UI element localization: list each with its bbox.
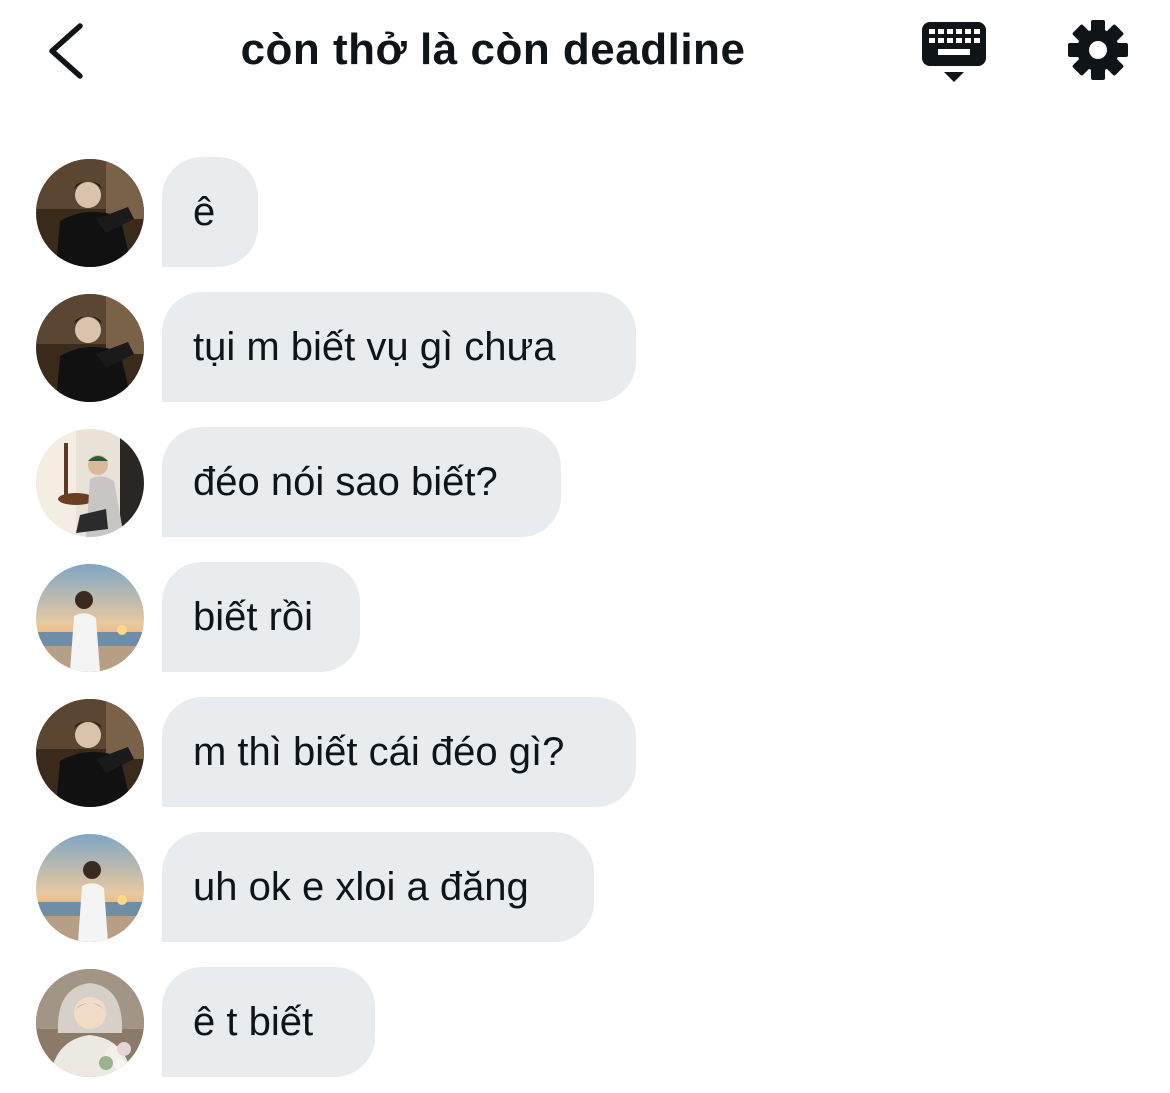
back-button[interactable]: [40, 20, 100, 82]
message-bubble[interactable]: biết rồi: [162, 562, 360, 672]
chat-header: còn thở là còn deadline: [0, 0, 1170, 100]
gear-icon: [1068, 20, 1128, 80]
avatar[interactable]: [36, 699, 144, 807]
message-bubble[interactable]: ê t biết: [162, 967, 375, 1077]
avatar[interactable]: [36, 294, 144, 402]
hood-flowers-photo: [36, 969, 144, 1077]
room-cap-photo: [36, 429, 144, 537]
conversation-title: còn thở là còn deadline: [240, 25, 746, 74]
message-bubble[interactable]: m thì biết cái đéo gì?: [162, 697, 636, 807]
keyboard-button[interactable]: [918, 18, 990, 84]
message-row: ê: [0, 157, 1170, 267]
beach-sunset-photo: [36, 564, 144, 672]
dark-jacket-photo: [36, 294, 144, 402]
dark-jacket-photo: [36, 699, 144, 807]
message-row: đéo nói sao biết?: [0, 427, 1170, 537]
avatar[interactable]: [36, 564, 144, 672]
message-bubble[interactable]: uh ok e xloi a đăng: [162, 832, 594, 942]
settings-button[interactable]: [1064, 16, 1132, 84]
beach-sunset-photo: [36, 834, 144, 942]
message-row: biết rồi: [0, 562, 1170, 672]
message-bubble[interactable]: đéo nói sao biết?: [162, 427, 561, 537]
avatar[interactable]: [36, 969, 144, 1077]
message-row: tụi m biết vụ gì chưa: [0, 292, 1170, 402]
avatar[interactable]: [36, 429, 144, 537]
keyboard-icon: [922, 22, 986, 82]
chevron-left-icon: [49, 23, 83, 79]
dark-jacket-photo: [36, 159, 144, 267]
message-bubble[interactable]: ê: [162, 157, 258, 267]
message-row: uh ok e xloi a đăng: [0, 832, 1170, 942]
avatar[interactable]: [36, 159, 144, 267]
message-row: ê t biết: [0, 967, 1170, 1077]
avatar[interactable]: [36, 834, 144, 942]
message-row: m thì biết cái đéo gì?: [0, 697, 1170, 807]
message-bubble[interactable]: tụi m biết vụ gì chưa: [162, 292, 636, 402]
